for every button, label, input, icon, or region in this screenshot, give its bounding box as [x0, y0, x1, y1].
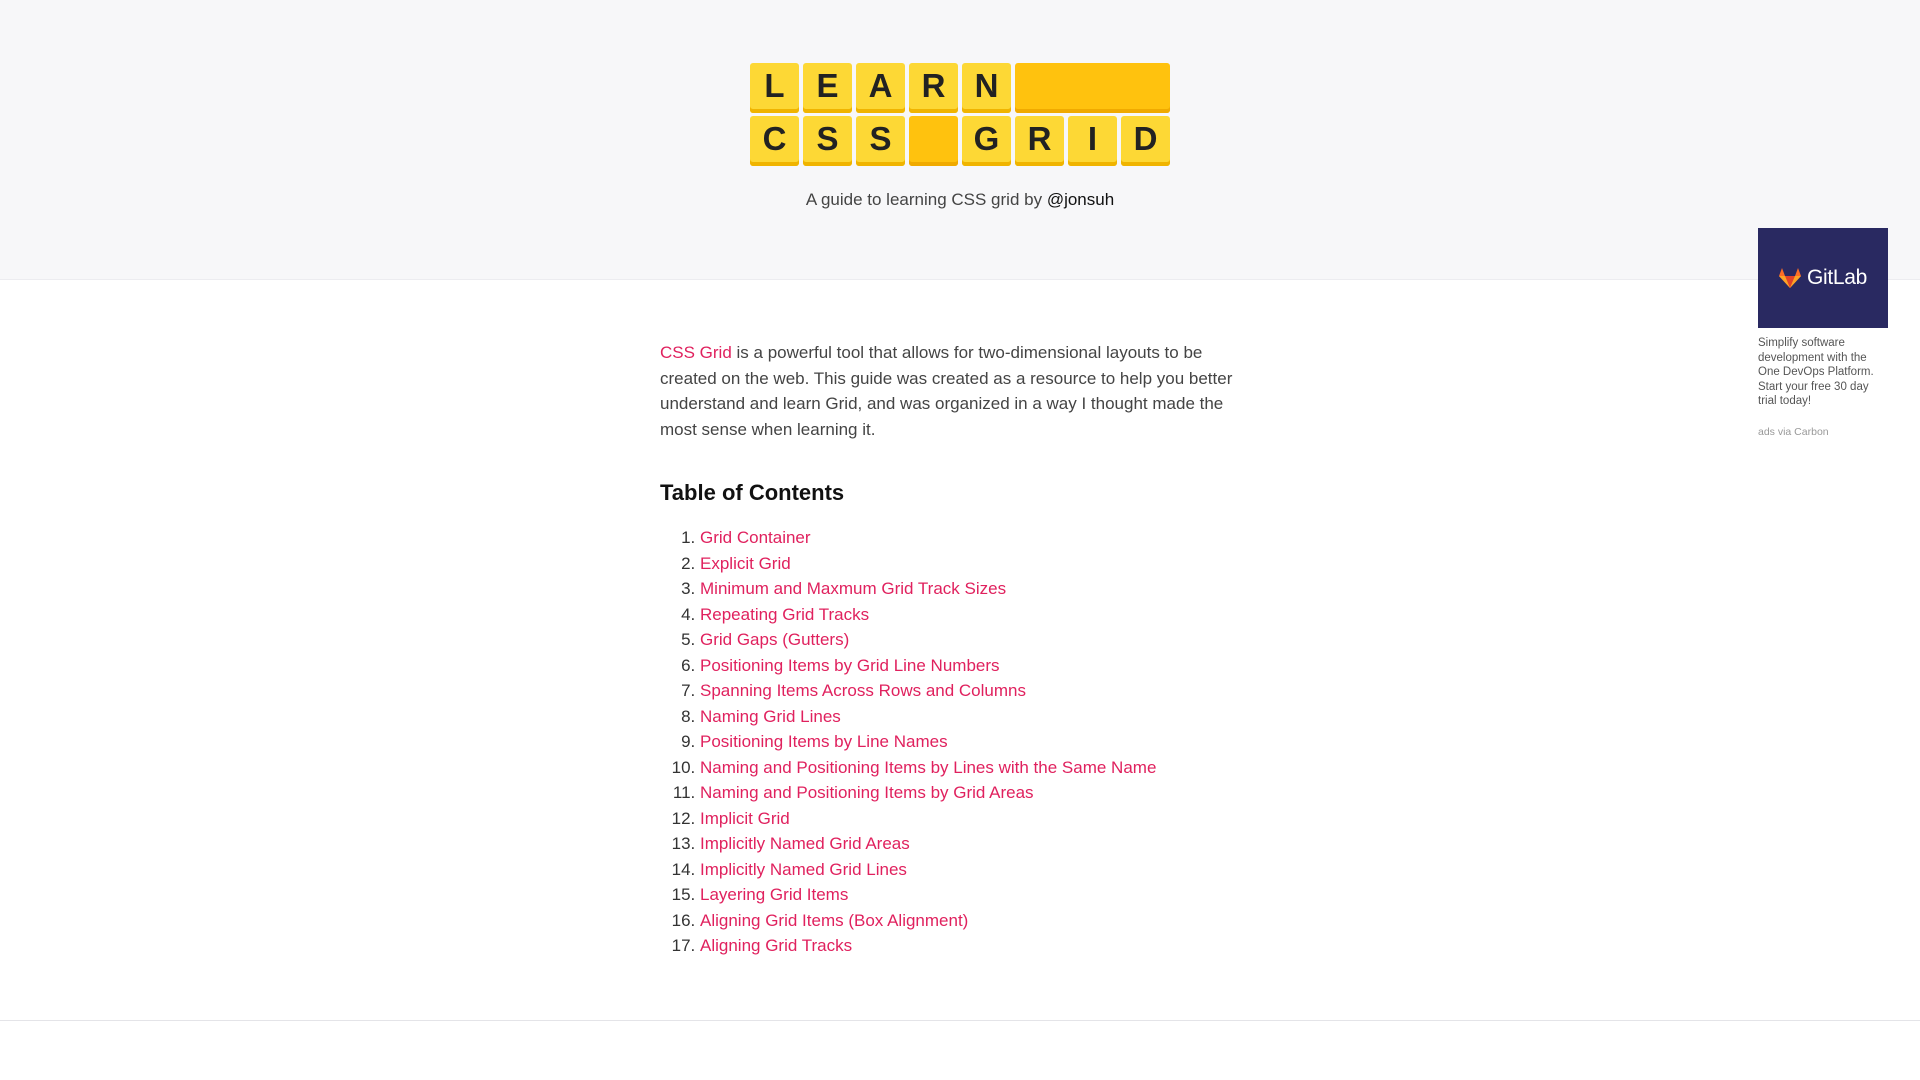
toc-item: Implicitly Named Grid Areas — [700, 831, 1250, 857]
toc-list: Grid Container Explicit Grid Minimum and… — [660, 525, 1250, 959]
logo-tile: G — [962, 116, 1011, 166]
toc-link[interactable]: Naming and Positioning Items by Lines wi… — [700, 758, 1156, 777]
toc-link[interactable]: Naming Grid Lines — [700, 707, 841, 726]
intro-paragraph: CSS Grid is a powerful tool that allows … — [660, 340, 1250, 442]
logo-tile: N — [962, 63, 1011, 113]
logo-tile: S — [856, 116, 905, 166]
ad-via-carbon[interactable]: ads via Carbon — [1758, 426, 1888, 438]
toc-item: Minimum and Maxmum Grid Track Sizes — [700, 576, 1250, 602]
logo-tile: D — [1121, 116, 1170, 166]
ad-image[interactable]: GitLab — [1758, 228, 1888, 328]
toc-item: Grid Container — [700, 525, 1250, 551]
footer-divider — [0, 1020, 1920, 1021]
logo-tile: E — [803, 63, 852, 113]
toc-link[interactable]: Implicitly Named Grid Lines — [700, 860, 907, 879]
toc-item: Naming and Positioning Items by Grid Are… — [700, 780, 1250, 806]
tagline: A guide to learning CSS grid by @jonsuh — [0, 190, 1920, 210]
toc-item: Spanning Items Across Rows and Columns — [700, 678, 1250, 704]
carbon-ad: GitLab Simplify software development wit… — [1758, 228, 1888, 438]
toc-item: Aligning Grid Items (Box Alignment) — [700, 908, 1250, 934]
main-content: CSS Grid is a powerful tool that allows … — [660, 340, 1250, 959]
toc-link[interactable]: Explicit Grid — [700, 554, 791, 573]
toc-link[interactable]: Positioning Items by Grid Line Numbers — [700, 656, 1000, 675]
toc-item: Naming Grid Lines — [700, 704, 1250, 730]
toc-item: Positioning Items by Line Names — [700, 729, 1250, 755]
logo-tile: A — [856, 63, 905, 113]
toc-link[interactable]: Grid Container — [700, 528, 811, 547]
toc-link[interactable]: Naming and Positioning Items by Grid Are… — [700, 783, 1034, 802]
learn-css-grid-logo[interactable]: L E A R N C S S G R I D — [750, 63, 1170, 169]
toc-item: Grid Gaps (Gutters) — [700, 627, 1250, 653]
toc-link[interactable]: Minimum and Maxmum Grid Track Sizes — [700, 579, 1006, 598]
toc-item: Implicitly Named Grid Lines — [700, 857, 1250, 883]
intro-text: is a powerful tool that allows for two-d… — [660, 343, 1233, 439]
logo-tile: R — [909, 63, 958, 113]
toc-link[interactable]: Implicitly Named Grid Areas — [700, 834, 910, 853]
toc-item: Naming and Positioning Items by Lines wi… — [700, 755, 1250, 781]
logo-tile-blank — [1015, 63, 1170, 113]
hero-header: L E A R N C S S G R I D A guide to learn… — [0, 0, 1920, 280]
toc-item: Positioning Items by Grid Line Numbers — [700, 653, 1250, 679]
tagline-text: A guide to learning CSS grid by — [805, 190, 1047, 209]
gitlab-fox-icon — [1778, 268, 1801, 288]
ad-text[interactable]: Simplify software development with the O… — [1758, 336, 1888, 409]
toc-link[interactable]: Positioning Items by Line Names — [700, 732, 948, 751]
logo-tile: L — [750, 63, 799, 113]
toc-item: Aligning Grid Tracks — [700, 933, 1250, 959]
toc-heading: Table of Contents — [660, 480, 845, 506]
toc-link[interactable]: Layering Grid Items — [700, 885, 848, 904]
toc-link[interactable]: Grid Gaps (Gutters) — [700, 630, 849, 649]
toc-link[interactable]: Aligning Grid Items (Box Alignment) — [700, 911, 968, 930]
ad-brand: GitLab — [1806, 266, 1868, 289]
logo-tile-blank — [909, 116, 958, 166]
toc-link[interactable]: Aligning Grid Tracks — [700, 936, 852, 955]
toc-item: Implicit Grid — [700, 806, 1250, 832]
toc-item: Explicit Grid — [700, 551, 1250, 577]
toc-link[interactable]: Implicit Grid — [700, 809, 790, 828]
toc-item: Layering Grid Items — [700, 882, 1250, 908]
toc-item: Repeating Grid Tracks — [700, 602, 1250, 628]
css-grid-link[interactable]: CSS Grid — [660, 343, 732, 362]
logo-tile: C — [750, 116, 799, 166]
logo-tile: R — [1015, 116, 1064, 166]
logo-tile: I — [1068, 116, 1117, 166]
logo-tile: S — [803, 116, 852, 166]
author-link[interactable]: @jonsuh — [1047, 190, 1114, 209]
toc-link[interactable]: Repeating Grid Tracks — [700, 605, 869, 624]
toc-link[interactable]: Spanning Items Across Rows and Columns — [700, 681, 1026, 700]
